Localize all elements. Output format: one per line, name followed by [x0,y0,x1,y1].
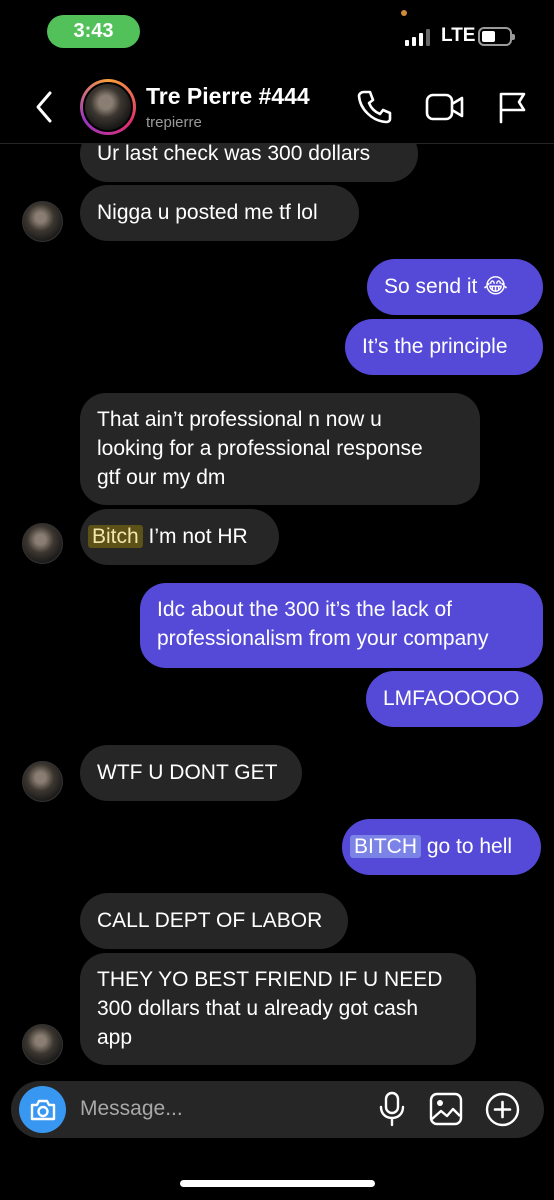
highlighted-word: Bitch [88,525,143,548]
back-chevron-icon[interactable] [30,89,60,125]
flag-icon[interactable] [497,90,529,124]
sender-avatar[interactable] [22,201,63,242]
message-text: So send it 😂 [384,275,508,298]
network-type: LTE [441,25,476,46]
message-line: gtf our my dm [97,466,226,489]
message-text: I’m not HR [142,525,248,548]
highlighted-word: BITCH [350,835,421,858]
message-incoming[interactable]: WTF U DONT GET [80,745,302,801]
message-outgoing[interactable]: It’s the principle [345,319,543,375]
message-text: It’s the principle [362,335,508,358]
contact-username[interactable]: trepierre [146,114,202,131]
message-incoming[interactable]: Nigga u posted me tf lol [80,185,359,241]
message-text: WTF U DONT GET [97,761,278,784]
message-text: Nigga u posted me tf lol [97,201,318,224]
message-outgoing[interactable]: LMFAOOOOO [366,671,543,727]
message-incoming[interactable]: Bitch I’m not HR [80,509,279,565]
camera-button[interactable] [19,1086,66,1133]
message-outgoing[interactable]: Idc about the 300 it’s the lack of profe… [140,583,543,668]
message-outgoing[interactable]: So send it 😂 [367,259,543,315]
message-line: Idc about the 300 it’s the lack of [157,598,452,621]
message-incoming[interactable]: That ain’t professional n now u looking … [80,393,480,505]
message-line: app [97,1026,133,1049]
message-input[interactable] [80,1093,360,1125]
message-incoming[interactable]: CALL DEPT OF LABOR [80,893,348,949]
status-time: 3:43 [47,15,140,48]
message-line: looking for a professional response [97,437,423,460]
message-incoming[interactable]: THEY YO BEST FRIEND IF U NEED 300 dollar… [80,953,476,1065]
gallery-icon[interactable] [429,1092,463,1126]
message-line: professionalism from your company [157,627,489,650]
message-line: THEY YO BEST FRIEND IF U NEED [97,968,443,991]
phone-icon[interactable] [356,88,392,124]
message-line: 300 dollars that u already got cash [97,997,419,1020]
sender-avatar[interactable] [22,761,63,802]
camera-icon [30,1099,55,1120]
message-outgoing[interactable]: BITCH go to hell [342,819,541,875]
privacy-indicator-dot [401,10,407,16]
sender-avatar[interactable] [22,523,63,564]
microphone-icon[interactable] [379,1091,405,1127]
video-call-icon[interactable] [425,92,465,122]
message-line: That ain’t professional n now u [97,408,382,431]
message-text: Ur last check was 300 dollars [97,142,371,165]
sender-avatar[interactable] [22,1024,63,1065]
home-indicator[interactable] [180,1180,375,1187]
message-text: LMFAOOOOO [383,687,520,710]
add-icon[interactable] [485,1092,520,1127]
message-text: CALL DEPT OF LABOR [97,909,323,932]
contact-avatar[interactable] [80,79,136,135]
message-incoming[interactable]: Ur last check was 300 dollars [80,142,418,182]
contact-name[interactable]: Tre Pierre #444 [146,83,310,110]
battery-icon [478,27,515,46]
message-text: go to hell [421,835,513,858]
signal-strength-icon [405,28,430,46]
header-divider [0,143,554,144]
